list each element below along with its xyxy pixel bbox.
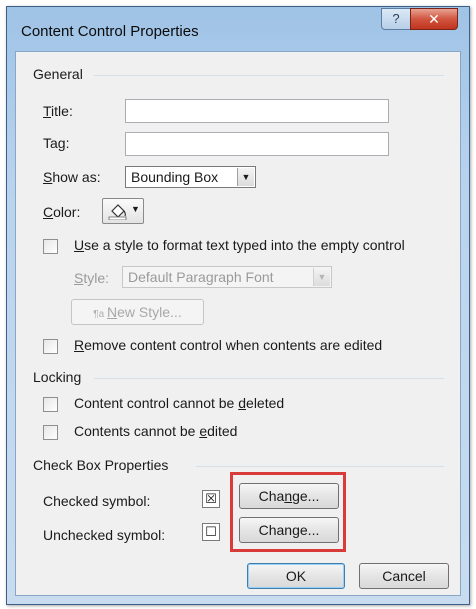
cannot-edit-checkbox[interactable]: [43, 425, 58, 440]
unchecked-symbol-preview: ☐: [202, 523, 220, 541]
checkbox-props-heading: Check Box Properties: [33, 457, 169, 473]
new-style-button[interactable]: ¶a New Style...: [71, 299, 204, 325]
remove-control-label: Remove content control when contents are…: [74, 337, 383, 353]
show-as-value: Bounding Box: [131, 169, 219, 185]
checked-symbol-label: Checked symbol:: [43, 493, 151, 509]
checked-box-icon: ☒: [205, 491, 217, 506]
color-picker-button[interactable]: ▼: [102, 198, 144, 224]
title-label: Title:: [43, 103, 73, 119]
title-bar[interactable]: Content Control Properties ? ✕: [7, 7, 469, 51]
dialog-window: Content Control Properties ? ✕ General T…: [6, 6, 470, 605]
tag-input[interactable]: [125, 132, 389, 156]
close-icon: ✕: [428, 11, 440, 27]
cancel-button[interactable]: Cancel: [359, 563, 449, 589]
use-style-label: Use a style to format text typed into th…: [74, 237, 405, 253]
checkbox-props-divider: [196, 466, 444, 467]
help-button[interactable]: ?: [381, 8, 411, 30]
checked-symbol-preview: ☒: [202, 490, 220, 508]
dialog-title: Content Control Properties: [21, 23, 199, 40]
unchecked-symbol-label: Unchecked symbol:: [43, 527, 166, 543]
show-as-dropdown[interactable]: Bounding Box ▼: [125, 166, 256, 188]
tag-label: Tag:: [43, 135, 70, 151]
style-label: Style:: [74, 270, 110, 286]
general-group-heading: General: [33, 66, 83, 82]
color-label: Color:: [43, 204, 81, 220]
paint-bucket-icon: [108, 204, 127, 220]
ok-button[interactable]: OK: [247, 563, 345, 589]
close-button[interactable]: ✕: [410, 8, 458, 30]
cannot-delete-checkbox[interactable]: [43, 397, 58, 412]
chevron-down-icon: ▼: [313, 268, 330, 286]
title-input[interactable]: [125, 99, 389, 123]
cannot-edit-label: Contents cannot be edited: [74, 423, 238, 439]
help-icon: ?: [392, 11, 400, 26]
color-dropdown-icon: ▼: [131, 204, 140, 214]
general-divider: [94, 75, 444, 76]
dialog-body: General Title: Tag: Show as: Bounding Bo…: [15, 51, 461, 596]
locking-divider: [94, 378, 444, 379]
style-dropdown[interactable]: Default Paragraph Font ▼: [122, 266, 332, 288]
locking-group-heading: Locking: [33, 369, 82, 385]
use-style-checkbox[interactable]: [43, 239, 58, 254]
remove-control-checkbox[interactable]: [43, 339, 58, 354]
change-unchecked-button[interactable]: Change...: [239, 517, 339, 543]
style-value: Default Paragraph Font: [128, 269, 274, 285]
show-as-label: Show as:: [43, 169, 101, 185]
chevron-down-icon: ▼: [237, 168, 254, 186]
unchecked-box-icon: ☐: [205, 524, 217, 539]
cannot-delete-label: Content control cannot be deleted: [74, 395, 285, 411]
change-checked-button[interactable]: Change...: [239, 483, 339, 509]
new-style-icon: ¶a: [93, 309, 107, 320]
